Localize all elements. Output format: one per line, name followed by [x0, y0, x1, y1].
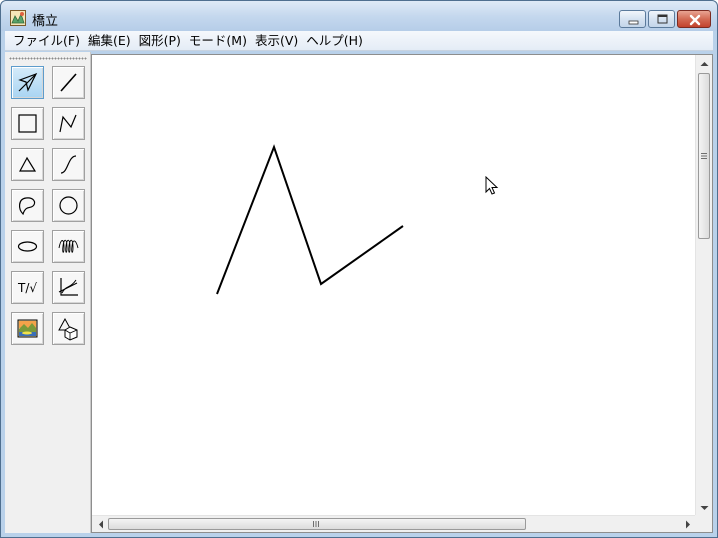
- freeform-tool-button[interactable]: [11, 189, 44, 222]
- image-icon: [17, 319, 38, 338]
- menu-bar: ファイル(F) 編集(E) 図形(P) モード(M) 表示(V) ヘルプ(H): [5, 31, 713, 51]
- rectangle-tool-button[interactable]: [11, 107, 44, 140]
- palette-grip[interactable]: [9, 57, 87, 60]
- spring-coil-icon: [58, 239, 79, 253]
- scroll-right-arrow-icon: [685, 520, 690, 529]
- text-formula-tool-button[interactable]: T/√: [11, 271, 44, 304]
- curve-icon: [60, 155, 77, 174]
- scroll-down-arrow-icon: [700, 505, 709, 510]
- polyline-icon: [59, 114, 77, 133]
- circle-tool-button[interactable]: [52, 189, 85, 222]
- close-icon: [689, 14, 701, 26]
- tool-palette: T/√: [5, 52, 91, 533]
- circle-icon: [59, 196, 78, 215]
- scrollbar-corner: [695, 515, 712, 532]
- graph-axes-icon: [58, 278, 78, 296]
- rectangle-icon: [18, 114, 37, 133]
- minimize-icon: [628, 20, 639, 25]
- freeform-shape-icon: [19, 197, 36, 216]
- menu-help[interactable]: ヘルプ(H): [302, 32, 367, 50]
- app-icon[interactable]: [10, 10, 26, 26]
- select-arrow-icon: [18, 72, 38, 92]
- menu-mode[interactable]: モード(M): [185, 32, 251, 50]
- horizontal-scrollbar[interactable]: [92, 515, 696, 532]
- mouse-cursor-icon: [485, 176, 499, 195]
- title-bar[interactable]: 橋立: [1, 1, 717, 31]
- text-formula-icon: T/√: [17, 280, 38, 295]
- maximize-icon: [657, 14, 668, 24]
- scroll-up-arrow-icon: [700, 61, 709, 66]
- ellipse-icon: [17, 241, 38, 252]
- select-tool-button[interactable]: [11, 66, 44, 99]
- vertical-scrollbar[interactable]: [695, 55, 712, 516]
- vertical-scroll-thumb[interactable]: [698, 73, 710, 239]
- drawing-canvas[interactable]: [92, 55, 696, 516]
- triangle-tool-button[interactable]: [11, 148, 44, 181]
- drawing-area: [91, 54, 713, 533]
- scroll-left-button[interactable]: [92, 516, 109, 533]
- menu-file[interactable]: ファイル(F): [9, 32, 84, 50]
- horizontal-scroll-thumb[interactable]: [108, 518, 526, 530]
- grip-lines-icon: [701, 153, 707, 159]
- minimize-button[interactable]: [619, 10, 646, 28]
- line-tool-button[interactable]: [52, 66, 85, 99]
- ellipse-tool-button[interactable]: [11, 230, 44, 263]
- close-button[interactable]: [677, 10, 711, 28]
- grip-lines-icon: [313, 521, 319, 527]
- menu-edit[interactable]: 編集(E): [84, 32, 135, 50]
- line-icon: [60, 73, 77, 92]
- drawn-polyline[interactable]: [216, 144, 404, 295]
- triangle-icon: [18, 156, 37, 172]
- scroll-left-arrow-icon: [98, 520, 103, 529]
- curve-tool-button[interactable]: [52, 148, 85, 181]
- menu-shape[interactable]: 図形(P): [135, 32, 185, 50]
- image-tool-button[interactable]: [11, 312, 44, 345]
- maximize-button[interactable]: [648, 10, 675, 28]
- app-window: 橋立 ファイル(F) 編集(E) 図形(P) モード(M) 表示(V) ヘルプ(…: [0, 0, 718, 538]
- shapes-3d-icon: [58, 317, 78, 341]
- shapes-tool-button[interactable]: [52, 312, 85, 345]
- window-title: 橋立: [32, 14, 59, 29]
- scroll-right-button[interactable]: [679, 516, 696, 533]
- spring-tool-button[interactable]: [52, 230, 85, 263]
- scroll-down-button[interactable]: [696, 499, 713, 516]
- caption-buttons: [619, 10, 711, 28]
- graph-tool-button[interactable]: [52, 271, 85, 304]
- menu-view[interactable]: 表示(V): [251, 32, 302, 50]
- scroll-up-button[interactable]: [696, 55, 713, 72]
- polyline-tool-button[interactable]: [52, 107, 85, 140]
